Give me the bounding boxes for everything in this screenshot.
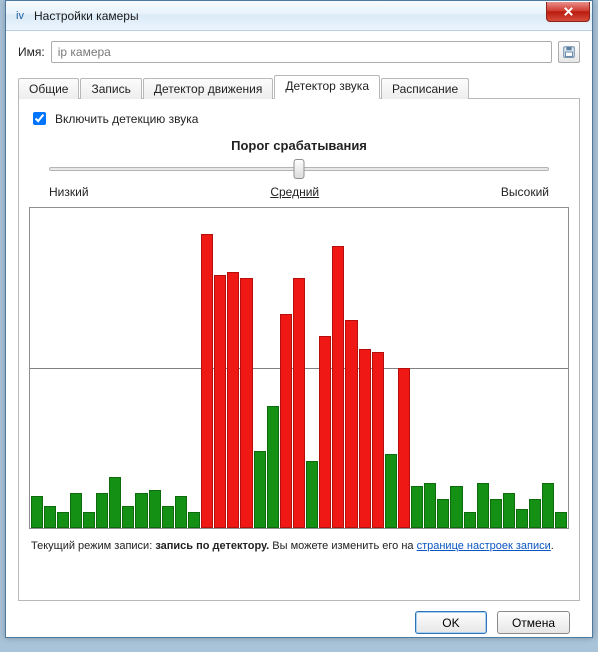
floppy-icon: [562, 45, 576, 59]
chart-bar: [96, 493, 108, 528]
tab-motion-detector[interactable]: Детектор движения: [143, 78, 273, 99]
chart-bar: [306, 461, 318, 528]
chart-bar: [83, 512, 95, 528]
app-icon: iv: [12, 8, 28, 24]
chart-bar: [240, 278, 252, 528]
chart-bar: [477, 483, 489, 528]
chart-bar: [372, 352, 384, 528]
chart-bar: [503, 493, 515, 528]
chart-bar: [359, 349, 371, 528]
chart-bar: [214, 275, 226, 528]
chart-bar: [57, 512, 69, 528]
chart-bar: [31, 496, 43, 528]
tab-strip: Общие Запись Детектор движения Детектор …: [18, 75, 580, 99]
tab-record[interactable]: Запись: [80, 78, 141, 99]
chart-bar: [385, 454, 397, 528]
tab-sound-detector[interactable]: Детектор звука: [274, 75, 380, 99]
chart-bar: [490, 499, 502, 528]
chart-bar: [109, 477, 121, 528]
ok-button[interactable]: OK: [415, 611, 487, 634]
chart-bar: [437, 499, 449, 528]
chart-bar: [149, 490, 161, 528]
chart-bar: [122, 506, 134, 528]
cancel-button[interactable]: Отмена: [497, 611, 570, 634]
name-row: Имя:: [18, 41, 580, 63]
chart-bar: [175, 496, 187, 528]
chart-bar: [201, 234, 213, 528]
chart-bar: [162, 506, 174, 528]
chart-bar: [332, 246, 344, 528]
name-label: Имя:: [18, 45, 45, 59]
enable-detection-label: Включить детекцию звука: [55, 112, 198, 126]
note-mode: запись по детектору.: [155, 540, 269, 552]
slider-label-high: Высокий: [501, 185, 549, 199]
slider-thumb[interactable]: [294, 159, 305, 179]
chart-bar: [319, 336, 331, 528]
tab-page-sound-detector: Включить детекцию звука Порог срабатыван…: [18, 99, 580, 601]
close-icon: [563, 6, 574, 17]
slider-label-low: Низкий: [49, 185, 89, 199]
note-middle: Вы можете изменить его на: [269, 540, 416, 552]
chart-bar: [70, 493, 82, 528]
slider-labels: Низкий Средний Высокий: [49, 185, 549, 199]
sound-level-chart: [29, 207, 569, 529]
chart-bar: [450, 486, 462, 528]
record-settings-link[interactable]: странице настроек записи: [417, 540, 551, 552]
titlebar: iv Настройки камеры: [6, 1, 592, 31]
window-title: Настройки камеры: [34, 9, 139, 23]
enable-detection-row: Включить детекцию звука: [29, 109, 569, 128]
chart-bar: [267, 406, 279, 528]
chart-bar: [135, 493, 147, 528]
chart-bar: [464, 512, 476, 528]
record-mode-note: Текущий режим записи: запись по детектор…: [31, 539, 567, 553]
chart-bar: [188, 512, 200, 528]
chart-bar: [516, 509, 528, 528]
chart-bar: [398, 368, 410, 528]
chart-bar: [345, 320, 357, 528]
chart-bar: [280, 314, 292, 528]
close-button[interactable]: [546, 2, 590, 22]
chart-bar: [424, 483, 436, 528]
enable-detection-checkbox[interactable]: [33, 112, 46, 125]
chart-bar: [227, 272, 239, 528]
chart-bar: [555, 512, 567, 528]
note-prefix: Текущий режим записи:: [31, 540, 155, 552]
name-action-button[interactable]: [558, 41, 580, 63]
slider-label-mid: Средний: [270, 185, 319, 199]
tab-general[interactable]: Общие: [18, 78, 79, 99]
chart-bar: [542, 483, 554, 528]
chart-bar: [44, 506, 56, 528]
name-input[interactable]: [51, 41, 552, 63]
chart-bar: [411, 486, 423, 528]
chart-bar: [529, 499, 541, 528]
settings-window: iv Настройки камеры Имя: Общие Запись Де…: [5, 0, 593, 638]
chart-bar: [293, 278, 305, 528]
chart-bar: [254, 451, 266, 528]
note-suffix: .: [551, 540, 554, 552]
threshold-title: Порог срабатывания: [29, 138, 569, 153]
content-area: Имя: Общие Запись Детектор движения Дете…: [6, 31, 592, 652]
tab-schedule[interactable]: Расписание: [381, 78, 469, 99]
threshold-slider[interactable]: [49, 157, 549, 183]
